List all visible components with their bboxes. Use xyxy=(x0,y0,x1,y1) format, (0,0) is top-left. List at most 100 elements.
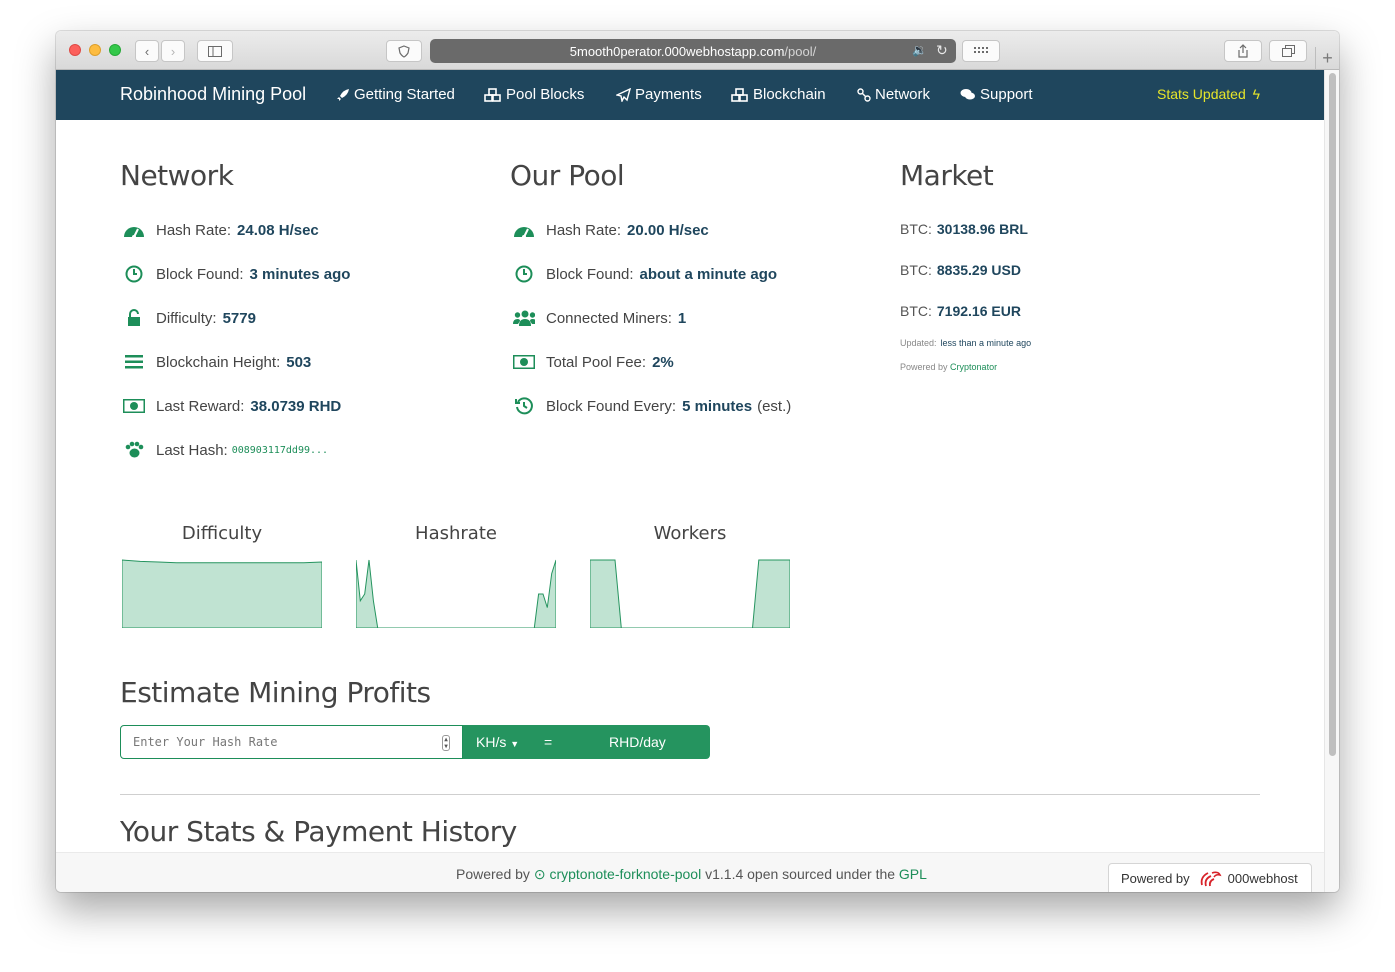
browser-titlebar: ‹ › 5mooth0perator.000webhostapp.com/poo… xyxy=(56,31,1339,70)
market-updated-label: Updated: xyxy=(900,338,937,348)
nav-payments[interactable]: Payments xyxy=(616,86,702,103)
reload-icon[interactable]: ↻ xyxy=(936,42,948,59)
market-value: 7192.16 EUR xyxy=(936,303,1021,319)
page-scrollbar[interactable] xyxy=(1324,70,1339,892)
url-path: /pool/ xyxy=(784,43,817,59)
stat-value: 24.08 H/sec xyxy=(237,221,319,239)
top-sites-button[interactable] xyxy=(962,40,1000,62)
chart-title-workers: Workers xyxy=(653,523,727,544)
market-updated-value: less than a minute ago xyxy=(940,338,1032,348)
minimize-window-button[interactable] xyxy=(89,44,101,56)
stat-label: Hash Rate: xyxy=(546,221,622,239)
chevron-left-icon: ‹ xyxy=(144,43,150,59)
nav-network[interactable]: Network xyxy=(857,86,930,103)
cryptonator-link[interactable]: Cryptonator xyxy=(950,362,997,372)
estimate-calculator: Enter Your Hash Rate ▲ ▼ KH/s ▼ = RHD/day xyxy=(120,725,710,759)
hash-rate-input[interactable]: Enter Your Hash Rate ▲ ▼ xyxy=(120,725,463,759)
badge-powered-label: Powered by xyxy=(1121,871,1190,886)
rocket-icon xyxy=(337,88,349,101)
footer-version: v1.1.4 open sourced under the xyxy=(705,866,896,882)
tabs-overview-button[interactable] xyxy=(1269,40,1307,62)
nav-label: Payments xyxy=(635,86,702,103)
stat-suffix: (est.) xyxy=(757,397,792,415)
back-button[interactable]: ‹ xyxy=(135,40,159,62)
shield-icon xyxy=(398,44,410,58)
tachometer-icon xyxy=(513,221,535,239)
sitemap-icon xyxy=(857,87,871,102)
github-icon: ⊙ xyxy=(533,866,546,882)
market-label: BTC: xyxy=(900,221,932,237)
footer-powered-label: Powered by xyxy=(456,866,530,882)
equals-sign: = xyxy=(544,734,553,750)
paper-plane-icon xyxy=(616,87,631,102)
stat-value: 5 minutes xyxy=(682,397,753,415)
number-stepper[interactable]: ▲ ▼ xyxy=(442,735,450,751)
stat-label: Difficulty: xyxy=(156,309,217,327)
nav-getting-started[interactable]: Getting Started xyxy=(336,86,455,103)
tabs-icon xyxy=(1281,45,1295,57)
tachometer-icon xyxy=(123,221,145,239)
history-icon xyxy=(513,397,535,415)
footer-text: Powered by ⊙ cryptonote-forknote-pool v1… xyxy=(456,866,927,883)
page-footer: Powered by ⊙ cryptonote-forknote-pool v1… xyxy=(56,852,1324,892)
money-icon xyxy=(123,397,145,415)
result-unit: RHD/day xyxy=(609,734,666,750)
scrollbar-thumb[interactable] xyxy=(1329,73,1336,756)
speaker-icon[interactable]: 🔉 xyxy=(912,43,927,57)
network-last-reward: Last Reward: 38.0739 RHD xyxy=(123,397,341,415)
paw-icon xyxy=(123,441,145,459)
stat-label: Last Hash: xyxy=(156,441,228,459)
project-name: cryptonote-forknote-pool xyxy=(549,866,702,882)
users-icon xyxy=(513,309,535,327)
privacy-report-button[interactable] xyxy=(386,40,422,62)
stat-label: Hash Rate: xyxy=(156,221,232,239)
stats-updated-label: Stats Updated xyxy=(1157,86,1246,102)
estimate-title: Estimate Mining Profits xyxy=(120,676,431,709)
bars-icon xyxy=(123,353,145,371)
unit-dropdown[interactable]: KH/s ▼ xyxy=(476,734,519,750)
pool-block-found: Block Found: about a minute ago xyxy=(513,265,777,283)
stat-label: Connected Miners: xyxy=(546,309,672,327)
zoom-window-button[interactable] xyxy=(109,44,121,56)
unit-dropdown-label: KH/s xyxy=(476,734,507,750)
stat-value: 5779 xyxy=(222,309,256,327)
chart-title-difficulty: Difficulty xyxy=(181,523,263,544)
browser-window: ‹ › 5mooth0perator.000webhostapp.com/poo… xyxy=(56,31,1339,892)
nav-label: Getting Started xyxy=(354,86,455,103)
network-title: Network xyxy=(120,159,234,192)
estimate-output: KH/s ▼ = RHD/day xyxy=(463,725,710,759)
cubes-icon xyxy=(731,87,748,102)
market-label: BTC: xyxy=(900,262,932,278)
share-button[interactable] xyxy=(1224,40,1262,62)
stat-value: 503 xyxy=(286,353,312,371)
close-window-button[interactable] xyxy=(69,44,81,56)
new-tab-button[interactable]: + xyxy=(1315,47,1339,70)
market-value: 8835.29 USD xyxy=(936,262,1021,278)
powered-by-label: Powered by xyxy=(900,362,948,372)
market-row-eur: BTC: 7192.16 EUR xyxy=(900,303,1021,319)
brand-link[interactable]: Robinhood Mining Pool xyxy=(120,84,306,105)
caret-down-icon: ▼ xyxy=(510,739,520,749)
last-hash-link[interactable]: 008903117dd99... xyxy=(232,445,328,456)
stat-value: 20.00 H/sec xyxy=(627,221,709,239)
nav-blockchain[interactable]: Blockchain xyxy=(731,86,826,103)
host-badge[interactable]: Powered by 000webhost xyxy=(1108,863,1312,892)
forward-button[interactable]: › xyxy=(161,40,185,62)
badge-brand: 000webhost xyxy=(1227,871,1298,886)
address-bar[interactable]: 5mooth0perator.000webhostapp.com/pool/ 🔉… xyxy=(430,39,956,63)
sidebar-toggle-button[interactable] xyxy=(197,40,233,62)
market-powered-by: Powered by Cryptonator xyxy=(900,362,997,372)
network-last-hash: Last Hash: 008903117dd99... xyxy=(123,441,328,459)
market-title: Market xyxy=(900,159,994,192)
license-link[interactable]: GPL xyxy=(899,866,927,882)
market-row-usd: BTC: 8835.29 USD xyxy=(900,262,1021,278)
nav-support[interactable]: Support xyxy=(960,86,1033,103)
nav-pool-blocks[interactable]: Pool Blocks xyxy=(484,86,584,103)
github-project-link[interactable]: ⊙ cryptonote-forknote-pool xyxy=(534,866,701,882)
stat-label: Last Reward: xyxy=(156,397,245,415)
market-row-brl: BTC: 30138.96 BRL xyxy=(900,221,1028,237)
stat-label: Block Found Every: xyxy=(546,397,677,415)
grid-icon xyxy=(974,46,988,53)
money-icon xyxy=(513,353,535,371)
hash-rate-placeholder: Enter Your Hash Rate xyxy=(133,735,278,749)
